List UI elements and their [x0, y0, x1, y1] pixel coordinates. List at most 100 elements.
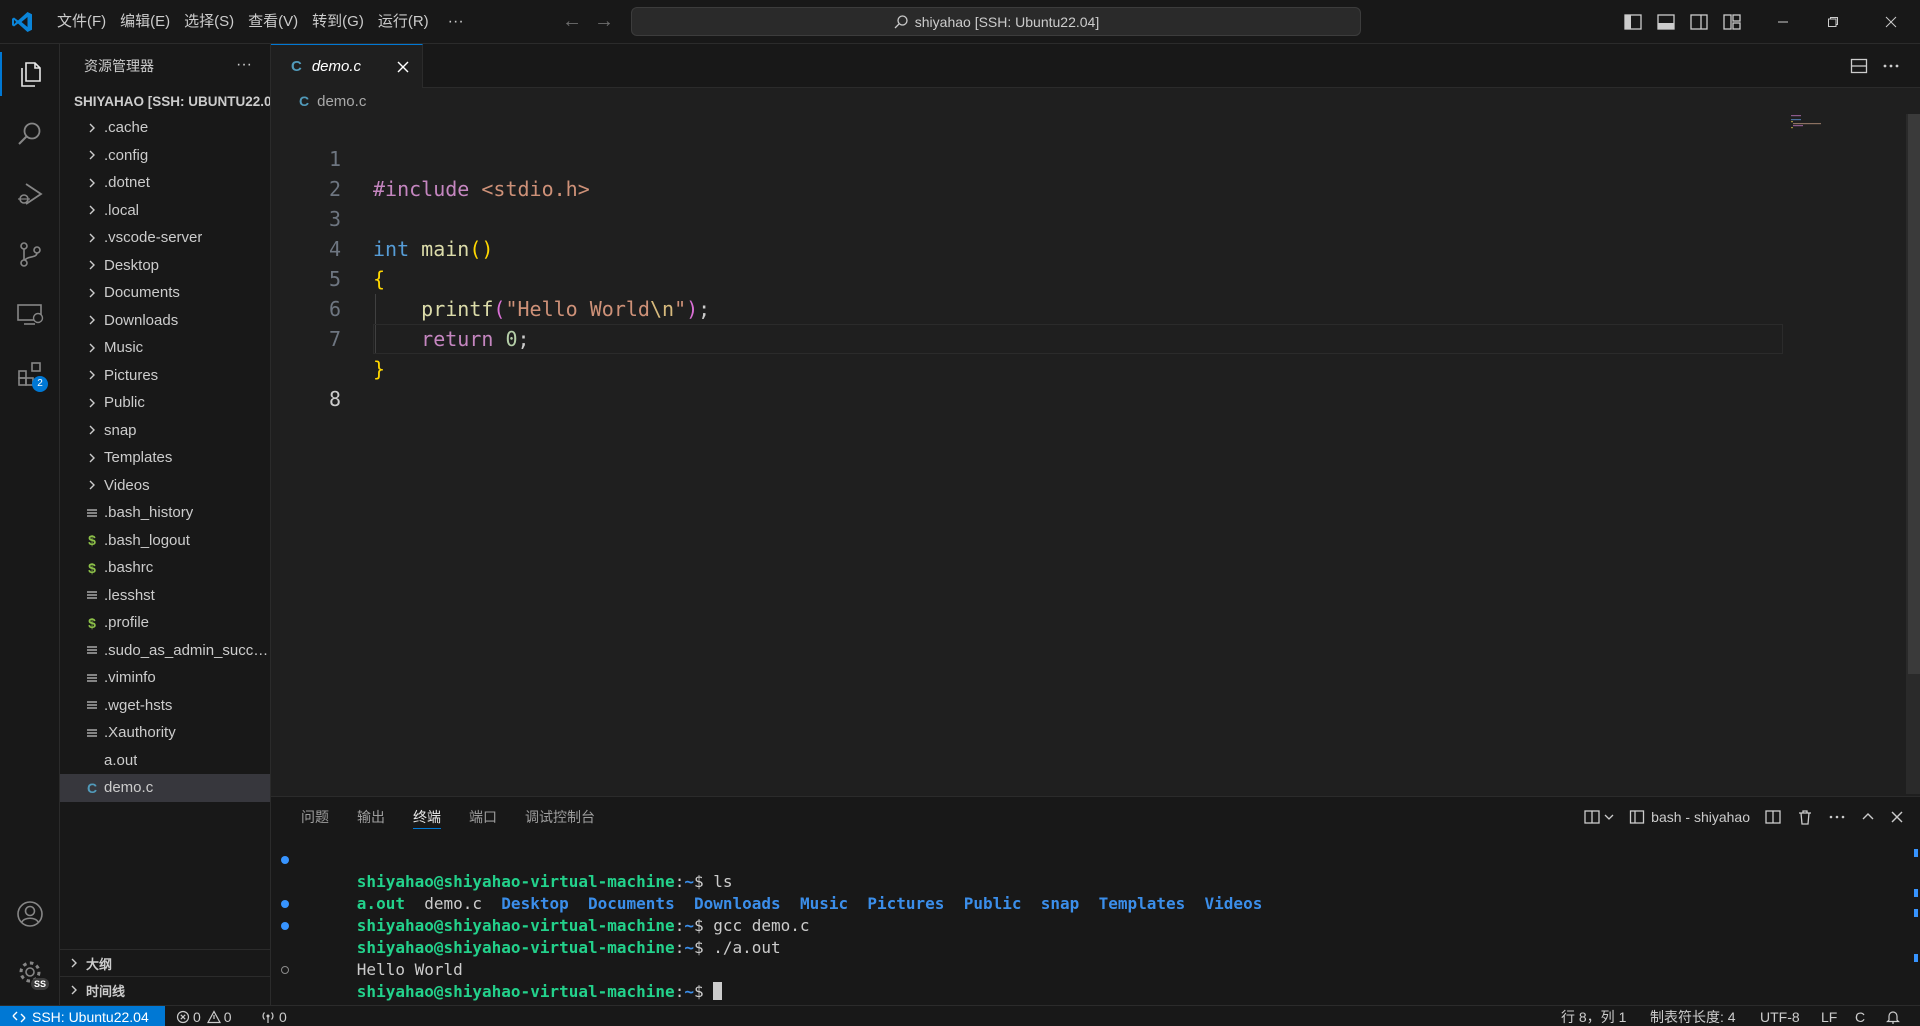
- ports-indicator[interactable]: 0: [260, 1006, 287, 1026]
- broadcast-icon: [262, 1011, 274, 1023]
- tree-file[interactable]: $ .profile: [60, 609, 270, 637]
- tab-debug-console[interactable]: 调试控制台: [525, 797, 595, 837]
- tree-folder[interactable]: .local: [60, 197, 270, 225]
- tree-folder[interactable]: Desktop: [60, 252, 270, 280]
- tree-file[interactable]: a.out: [60, 747, 270, 775]
- command-decoration-icon[interactable]: [281, 966, 289, 974]
- scrollbar-thumb[interactable]: [1908, 114, 1920, 674]
- terminal-output[interactable]: shiyahao@shiyahao-virtual-machine:~$ ls …: [281, 849, 1901, 1001]
- restore-button[interactable]: [1810, 0, 1856, 44]
- tab-problems[interactable]: 问题: [301, 797, 329, 837]
- close-window-button[interactable]: [1868, 0, 1914, 44]
- tree-file[interactable]: $ .bashrc: [60, 554, 270, 582]
- cursor-position[interactable]: 行 8，列 1: [1561, 1006, 1626, 1026]
- maximize-panel-button[interactable]: [1860, 809, 1876, 825]
- tree-folder[interactable]: Music: [60, 334, 270, 362]
- toggle-primary-sidebar-icon[interactable]: [1622, 11, 1644, 33]
- source-control-button[interactable]: [0, 226, 60, 282]
- files-icon: [21, 62, 41, 87]
- menu-view[interactable]: 查看(V): [241, 7, 305, 37]
- back-arrow-icon[interactable]: ←: [562, 10, 582, 33]
- remote-indicator[interactable]: SSH: Ubuntu22.04: [0, 1006, 165, 1026]
- close-panel-button[interactable]: [1890, 810, 1904, 824]
- tree-file[interactable]: .Xauthority: [60, 719, 270, 747]
- problems-indicator[interactable]: 0 0: [176, 1006, 232, 1026]
- toggle-secondary-sidebar-icon[interactable]: [1688, 11, 1710, 33]
- tree-folder[interactable]: Documents: [60, 279, 270, 307]
- tree-folder[interactable]: .dotnet: [60, 169, 270, 197]
- terminal-instance-selector[interactable]: bash - shiyahao: [1629, 809, 1750, 825]
- tree-file[interactable]: .wget-hsts: [60, 692, 270, 720]
- extensions-button[interactable]: 2: [0, 346, 60, 402]
- code-editor[interactable]: 1 #include <stdio.h> 2 3 int main() 4 { …: [271, 114, 1920, 411]
- chevron-right-icon: [82, 479, 102, 491]
- tree-file[interactable]: .viminfo: [60, 664, 270, 692]
- command-decoration-icon[interactable]: [281, 900, 289, 908]
- kill-terminal-button[interactable]: [1796, 808, 1814, 826]
- workspace-root-folder[interactable]: SHIYAHAO [SSH: UBUNTU22.04]: [60, 88, 270, 114]
- customize-layout-icon[interactable]: [1721, 11, 1743, 33]
- sidebar-more-button[interactable]: ···: [236, 56, 252, 74]
- encoding-indicator[interactable]: UTF-8: [1760, 1006, 1800, 1026]
- minimize-icon: [1778, 21, 1788, 23]
- command-decoration-icon[interactable]: [281, 922, 289, 930]
- tree-folder[interactable]: Downloads: [60, 307, 270, 335]
- command-decoration-icon[interactable]: [281, 856, 289, 864]
- tree-folder[interactable]: Videos: [60, 472, 270, 500]
- tree-folder[interactable]: .vscode-server: [60, 224, 270, 252]
- breadcrumb-file[interactable]: demo.c: [317, 93, 366, 110]
- language-mode-indicator[interactable]: C: [1855, 1006, 1865, 1026]
- menu-go[interactable]: 转到(G): [305, 7, 371, 37]
- editor-scrollbar[interactable]: [1906, 114, 1920, 794]
- more-actions-icon[interactable]: [1881, 56, 1901, 76]
- tab-terminal[interactable]: 终端: [413, 797, 441, 837]
- outline-section[interactable]: 大纲: [60, 949, 271, 976]
- menu-selection[interactable]: 选择(S): [177, 7, 241, 37]
- minimize-button[interactable]: [1760, 0, 1806, 44]
- panel-more-button[interactable]: [1828, 808, 1846, 826]
- code-line-6: 6 return 0;: [271, 264, 1920, 351]
- tree-folder[interactable]: .config: [60, 142, 270, 170]
- tree-file[interactable]: .sudo_as_admin_successful: [60, 637, 270, 665]
- explorer-button[interactable]: [0, 46, 60, 102]
- menu-file[interactable]: 文件(F): [50, 7, 113, 37]
- tree-file[interactable]: .lesshst: [60, 582, 270, 610]
- menu-run[interactable]: 运行(R): [371, 7, 436, 37]
- error-count: 0: [193, 1008, 201, 1025]
- chevron-right-icon: [82, 452, 102, 464]
- notifications-button[interactable]: [1886, 1006, 1900, 1026]
- command-center-search[interactable]: shiyahao [SSH: Ubuntu22.04]: [631, 7, 1361, 36]
- search-button[interactable]: [0, 106, 60, 162]
- tree-item-label: Public: [104, 394, 145, 412]
- tree-folder[interactable]: snap: [60, 417, 270, 445]
- tree-folder[interactable]: Pictures: [60, 362, 270, 390]
- terminal-line: shiyahao@shiyahao-virtual-machine:~$ ls: [281, 849, 1901, 891]
- tree-file[interactable]: $ .bash_logout: [60, 527, 270, 555]
- eol-indicator[interactable]: LF: [1821, 1006, 1837, 1026]
- toggle-panel-icon[interactable]: [1655, 11, 1677, 33]
- forward-arrow-icon[interactable]: →: [594, 10, 614, 33]
- minimap[interactable]: [1791, 114, 1831, 154]
- tab-output[interactable]: 输出: [357, 797, 385, 837]
- menu-edit[interactable]: 编辑(E): [113, 7, 177, 37]
- tab-ports[interactable]: 端口: [469, 797, 497, 837]
- manage-button[interactable]: SS: [0, 944, 60, 1000]
- tab-demo-c[interactable]: C demo.c: [271, 44, 423, 88]
- text-file-icon: [82, 507, 102, 519]
- split-editor-icon[interactable]: [1849, 56, 1869, 76]
- menu-more-button[interactable]: ···: [436, 13, 476, 31]
- remote-explorer-button[interactable]: [0, 286, 60, 342]
- timeline-section[interactable]: 时间线: [60, 976, 271, 1003]
- new-terminal-dropdown[interactable]: [1583, 808, 1615, 826]
- tree-folder[interactable]: Public: [60, 389, 270, 417]
- tree-file[interactable]: Cdemo.c: [60, 774, 270, 802]
- tree-folder[interactable]: Templates: [60, 444, 270, 472]
- workspace-root-label: SHIYAHAO [SSH: UBUNTU22.04]: [74, 93, 270, 109]
- close-icon[interactable]: [394, 58, 412, 76]
- run-debug-button[interactable]: [0, 166, 60, 222]
- split-terminal-button[interactable]: [1764, 808, 1782, 826]
- accounts-button[interactable]: [0, 886, 60, 942]
- indentation-indicator[interactable]: 制表符长度: 4: [1650, 1006, 1736, 1026]
- tree-file[interactable]: .bash_history: [60, 499, 270, 527]
- tree-folder[interactable]: .cache: [60, 114, 270, 142]
